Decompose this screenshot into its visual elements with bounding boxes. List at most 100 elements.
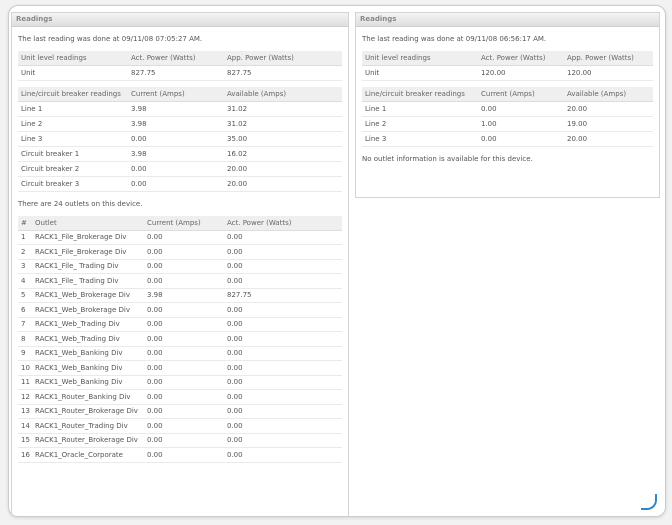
table-cell: 6 xyxy=(18,302,32,318)
table-cell: 0.00 xyxy=(224,433,342,448)
table-row: Line 3 0.00 20.00 xyxy=(362,131,653,147)
table-cell: 31.02 xyxy=(224,116,342,132)
table-cell: RACK1_File_ Trading Div xyxy=(32,259,144,274)
table-cell: Circuit breaker 1 xyxy=(18,146,128,162)
table-row: 13 RACK1_Router_Brokerage Div 0.00 0.00 xyxy=(18,404,342,419)
column-header: Unit level readings xyxy=(18,51,128,66)
column-header: App. Power (Watts) xyxy=(564,51,653,66)
table-cell: 0.00 xyxy=(224,447,342,463)
table-cell: RACK1_Web_Banking Div xyxy=(32,346,144,361)
table-cell: 0.00 xyxy=(224,375,342,390)
table-cell: 20.00 xyxy=(564,101,653,117)
table-cell: 0.00 xyxy=(224,244,342,260)
table-cell: 0.00 xyxy=(144,230,224,245)
table-cell: 0.00 xyxy=(224,259,342,274)
table-cell: 0.00 xyxy=(144,404,224,419)
table-row: 5 RACK1_Web_Brokerage Div 3.98 827.75 xyxy=(18,288,342,303)
column-header: Outlet xyxy=(32,216,144,231)
frame-corner-accent xyxy=(641,494,657,510)
table-cell: RACK1_Web_Brokerage Div xyxy=(32,302,144,318)
table-cell: RACK1_Web_Banking Div xyxy=(32,360,144,376)
table-cell: RACK1_Router_Banking Div xyxy=(32,389,144,405)
table-cell: RACK1_Router_Brokerage Div xyxy=(32,404,144,419)
table-cell: 16.02 xyxy=(224,146,342,162)
table-cell: RACK1_Router_Trading Div xyxy=(32,418,144,434)
table-cell: 19.00 xyxy=(564,116,653,132)
table-row: Circuit breaker 1 3.98 16.02 xyxy=(18,146,342,162)
table-cell: 827.75 xyxy=(224,288,342,303)
table-row: 7 RACK1_Web_Trading Div 0.00 0.00 xyxy=(18,317,342,332)
table-cell: 0.00 xyxy=(128,176,224,192)
table-cell: 2 xyxy=(18,244,32,260)
table-row: 15 RACK1_Router_Brokerage Div 0.00 0.00 xyxy=(18,433,342,448)
table-cell: Line 2 xyxy=(362,116,478,132)
table-cell: 1.00 xyxy=(478,116,564,132)
table-cell: 8 xyxy=(18,331,32,347)
last-reading-text: The last reading was done at 09/11/08 07… xyxy=(18,35,203,43)
table-row: Line 2 1.00 19.00 xyxy=(362,116,653,132)
table-cell: 0.00 xyxy=(144,259,224,274)
table-cell: Line 3 xyxy=(362,131,478,147)
table-cell: RACK1_File_ Trading Div xyxy=(32,273,144,289)
table-cell: 0.00 xyxy=(144,331,224,347)
table-row: Unit 827.75 827.75 xyxy=(18,65,342,81)
table-row: Line 3 0.00 35.00 xyxy=(18,131,342,147)
table-cell: 120.00 xyxy=(564,65,653,81)
table-row: 6 RACK1_Web_Brokerage Div 0.00 0.00 xyxy=(18,302,342,318)
table-cell: 11 xyxy=(18,375,32,390)
table-cell: Circuit breaker 3 xyxy=(18,176,128,192)
no-outlet-text: No outlet information is available for t… xyxy=(362,155,533,163)
table-cell: 0.00 xyxy=(144,360,224,376)
column-header: Current (Amps) xyxy=(144,216,224,231)
table-cell: RACK1_Web_Trading Div xyxy=(32,317,144,332)
table-cell: Line 2 xyxy=(18,116,128,132)
table-cell: 0.00 xyxy=(224,404,342,419)
column-header: Act. Power (Watts) xyxy=(478,51,564,66)
unit-readings-table: Unit level readings Act. Power (Watts) App… xyxy=(362,51,653,81)
table-row: 14 RACK1_Router_Trading Div 0.00 0.00 xyxy=(18,418,342,434)
column-header: # xyxy=(18,216,32,231)
panel-title: Readings xyxy=(356,13,659,27)
table-cell: RACK1_Router_Brokerage Div xyxy=(32,433,144,448)
table-cell: 0.00 xyxy=(144,389,224,405)
table-cell: 0.00 xyxy=(224,346,342,361)
table-cell: 31.02 xyxy=(224,101,342,117)
table-row: Line 2 3.98 31.02 xyxy=(18,116,342,132)
table-row: 3 RACK1_File_ Trading Div 0.00 0.00 xyxy=(18,259,342,274)
table-cell: RACK1_Web_Banking Div xyxy=(32,375,144,390)
table-cell: 7 xyxy=(18,317,32,332)
column-header: Available (Amps) xyxy=(564,87,653,102)
table-cell: 4 xyxy=(18,273,32,289)
column-header: Act. Power (Watts) xyxy=(224,216,342,231)
table-cell: Unit xyxy=(362,65,478,81)
table-row: Circuit breaker 3 0.00 20.00 xyxy=(18,176,342,192)
column-header: Line/circuit breaker readings xyxy=(18,87,128,102)
table-row: 1 RACK1_File_Brokerage Div 0.00 0.00 xyxy=(18,230,342,245)
breaker-readings-table: Line/circuit breaker readings Current (Am… xyxy=(18,87,342,192)
table-cell: 3 xyxy=(18,259,32,274)
outlets-table: # Outlet Current (Amps) Act. Power (Watts) … xyxy=(18,216,342,463)
table-cell: 0.00 xyxy=(144,433,224,448)
readings-panel-left: Readings The last reading was done at 09… xyxy=(11,12,349,516)
table-cell: 13 xyxy=(18,404,32,419)
table-row: 11 RACK1_Web_Banking Div 0.00 0.00 xyxy=(18,375,342,390)
column-header: Unit level readings xyxy=(362,51,478,66)
table-cell: 3.98 xyxy=(128,116,224,132)
table-cell: 15 xyxy=(18,433,32,448)
table-cell: RACK1_File_Brokerage Div xyxy=(32,244,144,260)
readings-panel-right: Readings The last reading was done at 09… xyxy=(355,12,660,198)
table-cell: RACK1_Web_Trading Div xyxy=(32,331,144,347)
panel-title: Readings xyxy=(12,13,348,27)
table-cell: 0.00 xyxy=(478,131,564,147)
outlet-count-text: There are 24 outlets on this device. xyxy=(18,200,143,208)
table-cell: 0.00 xyxy=(224,360,342,376)
app-frame: Readings The last reading was done at 09… xyxy=(8,5,666,517)
table-cell: 20.00 xyxy=(224,161,342,177)
unit-readings-table: Unit level readings Act. Power (Watts) App… xyxy=(18,51,342,81)
column-header: App. Power (Watts) xyxy=(224,51,342,66)
table-row: 16 RACK1_Oracle_Corporate 0.00 0.00 xyxy=(18,447,342,463)
table-cell: 0.00 xyxy=(224,317,342,332)
table-row: 10 RACK1_Web_Banking Div 0.00 0.00 xyxy=(18,360,342,376)
table-cell: 0.00 xyxy=(144,302,224,318)
table-row: Line 1 3.98 31.02 xyxy=(18,101,342,117)
